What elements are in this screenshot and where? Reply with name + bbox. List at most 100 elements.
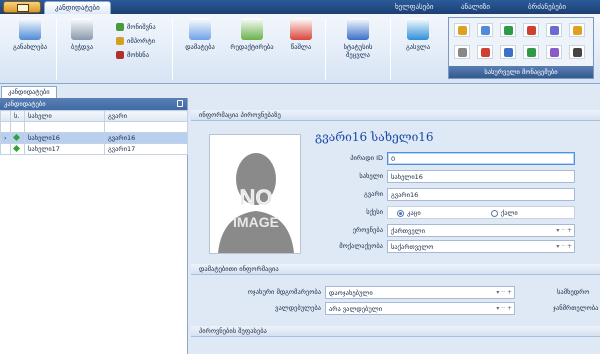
ribbon-separator xyxy=(390,18,391,80)
gallery-item-icon xyxy=(527,48,536,57)
gallery-item[interactable] xyxy=(523,45,539,59)
edit-button[interactable]: რედაქტირება xyxy=(226,18,278,51)
ribbon-separator xyxy=(56,18,57,80)
gallery-item-icon xyxy=(504,48,513,57)
row-status-cell xyxy=(10,132,25,144)
import-icon xyxy=(116,37,124,45)
details-panel: ინფორმაცია პიროვნებაზე NO IMAGE გვარი16 … xyxy=(191,104,600,354)
tab-salaries[interactable]: ხელფასები xyxy=(395,1,433,14)
personal-id-label: პირადი ID xyxy=(350,154,383,162)
combo-arrow-icon[interactable]: ▾ ·· + xyxy=(496,287,512,298)
panel-header: კანდიდატები xyxy=(0,98,187,110)
tab-commands[interactable]: ბრძანებები xyxy=(528,1,566,14)
filter-cell[interactable] xyxy=(10,121,25,133)
gallery-item-icon xyxy=(504,26,513,35)
ribbon: განახლება ბეჭდვა მონიშვნა იმპორტი მოხსნა… xyxy=(0,14,600,84)
combo-arrow-icon[interactable]: ▾ ·· + xyxy=(556,225,572,236)
filter-cell[interactable] xyxy=(24,121,105,133)
family-status-row: ოჯახური მდგომარეობა დაოჯახებული ▾ ·· + xyxy=(211,286,571,300)
gallery-item-icon xyxy=(550,26,559,35)
delete-document-icon xyxy=(290,18,312,40)
favorites-gallery: სასურველი მონაცემები xyxy=(448,17,594,79)
duty-row: ვალდებულება არა ვალდებული ▾ ·· + xyxy=(211,302,571,316)
column-header-first-name[interactable]: სახელი xyxy=(24,110,105,122)
column-header-last-name[interactable]: გვარი xyxy=(104,110,188,122)
gallery-item-icon xyxy=(550,48,559,57)
refresh-button[interactable]: განახლება xyxy=(10,18,50,51)
gallery-item-icon xyxy=(573,48,582,57)
duty-label: ვალდებულება xyxy=(275,304,321,312)
add-document-icon xyxy=(189,18,211,40)
svg-text:NO: NO xyxy=(240,185,273,210)
tab-candidates[interactable]: კანდიდატები xyxy=(44,1,111,14)
evaluation-header: პიროვნების შეფასება xyxy=(191,326,600,337)
document-tab-candidates[interactable]: კანდიდატები xyxy=(1,86,57,98)
exit-button[interactable]: გასვლა xyxy=(398,18,438,51)
row-indicator xyxy=(0,143,11,155)
military-label: სამხედრო xyxy=(557,288,590,296)
gallery-item[interactable] xyxy=(477,45,493,59)
tab-analysis[interactable]: ანალიზი xyxy=(461,1,490,14)
last-name-field[interactable]: გვარი16 xyxy=(387,188,575,201)
gallery-item[interactable] xyxy=(569,23,585,37)
last-name-label: გვარი xyxy=(364,190,383,198)
ribbon-separator xyxy=(172,18,173,80)
edit-document-icon xyxy=(241,18,263,40)
unselect-icon xyxy=(116,51,124,59)
printer-icon xyxy=(71,18,93,40)
gallery-item[interactable] xyxy=(500,45,516,59)
gallery-item[interactable] xyxy=(546,45,562,59)
table-row[interactable]: სახელი17 გვარი17 xyxy=(0,143,188,155)
title-bar: კანდიდატები ხელფასები ანალიზი ბრძანებები xyxy=(0,0,600,14)
gallery-item[interactable] xyxy=(546,23,562,37)
select-button[interactable]: მონიშვნა xyxy=(116,22,156,32)
gallery-item[interactable] xyxy=(477,23,493,37)
family-status-combo[interactable]: დაოჯახებული ▾ ·· + xyxy=(325,286,515,299)
status-diamond-icon xyxy=(12,144,21,153)
gallery-item-icon xyxy=(458,26,467,35)
last-name-cell[interactable]: გვარი16 xyxy=(104,132,188,144)
status-diamond-icon xyxy=(12,133,21,142)
add-button[interactable]: დამატება xyxy=(180,18,220,51)
filter-cell[interactable] xyxy=(104,121,188,133)
first-name-field[interactable]: სახელი16 xyxy=(387,170,575,183)
nationality-label: ეროვნება xyxy=(352,226,383,234)
gallery-item[interactable] xyxy=(500,23,516,37)
pin-icon[interactable] xyxy=(177,100,183,107)
combo-arrow-icon[interactable]: ▾ ·· + xyxy=(556,241,572,252)
first-name-label: სახელი xyxy=(359,172,383,180)
import-button[interactable]: იმპორტი xyxy=(116,36,155,46)
gender-male-radio[interactable] xyxy=(397,209,404,217)
last-name-cell[interactable]: გვარი17 xyxy=(104,143,188,155)
citizenship-label: მოქალაქეობა xyxy=(339,242,383,250)
gender-female-radio[interactable] xyxy=(490,209,498,217)
unselect-button[interactable]: მოხსნა xyxy=(116,50,149,60)
personal-info-header: ინფორმაცია პიროვნებაზე xyxy=(191,110,600,121)
nationality-combo[interactable]: ქართველი ▾ ·· + xyxy=(387,224,575,237)
duty-combo[interactable]: არა ვალდებული ▾ ·· + xyxy=(325,302,515,315)
combo-arrow-icon[interactable]: ▾ ·· + xyxy=(496,303,512,314)
citizenship-combo[interactable]: საქართველო ▾ ·· + xyxy=(387,240,575,253)
health-label: ჯანმრთელობა xyxy=(553,304,599,312)
candidate-full-name: გვარი16 სახელი16 xyxy=(315,130,434,144)
refresh-icon xyxy=(19,18,41,40)
delete-button[interactable]: წაშლა xyxy=(284,18,318,51)
column-header-number[interactable]: ს. xyxy=(10,110,25,122)
ribbon-separator xyxy=(325,18,326,80)
table-row[interactable]: › სახელი16 გვარი16 xyxy=(0,132,188,144)
gallery-item[interactable] xyxy=(454,45,470,59)
print-button[interactable]: ბეჭდვა xyxy=(62,18,102,51)
filter-row-indicator xyxy=(0,121,11,133)
first-name-cell[interactable]: სახელი17 xyxy=(24,143,105,155)
no-image-photo[interactable]: NO IMAGE xyxy=(209,134,301,254)
gallery-item[interactable] xyxy=(569,45,585,59)
gallery-item[interactable] xyxy=(523,23,539,37)
person-silhouette-icon: NO IMAGE xyxy=(218,153,294,253)
personal-id-field[interactable]: 0 xyxy=(387,152,575,165)
change-status-button[interactable]: სტატუსის შეცვლა xyxy=(333,18,383,59)
gallery-item[interactable] xyxy=(454,23,470,37)
gallery-item-icon xyxy=(481,48,490,57)
first-name-cell[interactable]: სახელი16 xyxy=(24,132,105,144)
family-status-label: ოჯახური მდგომარეობა xyxy=(247,288,321,296)
app-menu-button[interactable] xyxy=(3,1,41,13)
